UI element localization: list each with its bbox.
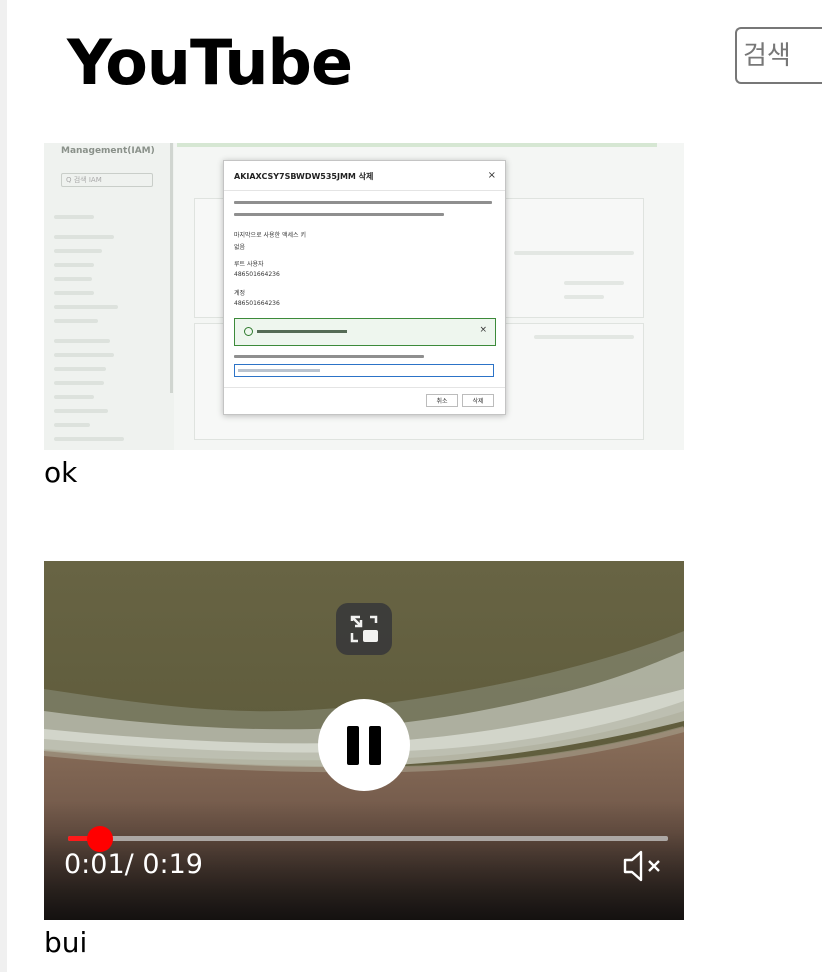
search-input[interactable] bbox=[735, 27, 822, 84]
youtube-logo[interactable]: YouTube bbox=[67, 26, 353, 100]
check-circle-icon bbox=[244, 327, 253, 336]
volume-muted-icon[interactable] bbox=[622, 849, 666, 883]
close-icon: × bbox=[487, 170, 496, 181]
progress-bar[interactable] bbox=[68, 826, 668, 852]
video-player[interactable]: 0:01/ 0:19 bbox=[44, 561, 684, 920]
dialog-field-value: 486501664236 bbox=[234, 300, 280, 307]
dialog-field-label: 마지막으로 사용한 액세스 키 bbox=[234, 232, 306, 239]
current-time: 0:01 bbox=[64, 849, 125, 880]
cancel-button: 취소 bbox=[426, 394, 458, 407]
thumb-sidebar-search: Q 검색 IAM bbox=[61, 173, 153, 187]
pause-icon bbox=[347, 726, 359, 765]
picture-in-picture-exit-icon[interactable] bbox=[336, 603, 392, 655]
dialog-field-label: 루트 사용자 bbox=[234, 261, 264, 268]
alert-close-icon: × bbox=[479, 325, 487, 335]
thumb-sidebar-title: Management(IAM) bbox=[61, 146, 155, 156]
dialog-field-value: 486501664236 bbox=[234, 271, 280, 278]
thumb-sidebar bbox=[44, 143, 174, 450]
confirm-key-input bbox=[234, 364, 494, 377]
dialog-field-label: 계정 bbox=[234, 290, 246, 297]
delete-button: 삭제 bbox=[462, 394, 494, 407]
time-display: 0:01/ 0:19 bbox=[64, 849, 203, 880]
delete-access-key-dialog: AKIAXCSY7SBWDW535JMM 삭제 × 마지막으로 사용한 액세스 … bbox=[223, 160, 506, 415]
left-border bbox=[0, 0, 7, 972]
video-title[interactable]: ok bbox=[44, 456, 77, 490]
video-title[interactable]: bui bbox=[44, 926, 87, 960]
duration: 0:19 bbox=[142, 849, 203, 880]
success-alert: × bbox=[234, 318, 496, 346]
dialog-field-value: 없음 bbox=[234, 244, 246, 251]
pause-button[interactable] bbox=[318, 699, 410, 791]
video-thumbnail[interactable]: Management(IAM) Q 검색 IAM AKIAXCSY7SBWDW5… bbox=[44, 143, 684, 450]
dialog-title: AKIAXCSY7SBWDW535JMM 삭제 bbox=[234, 172, 374, 181]
